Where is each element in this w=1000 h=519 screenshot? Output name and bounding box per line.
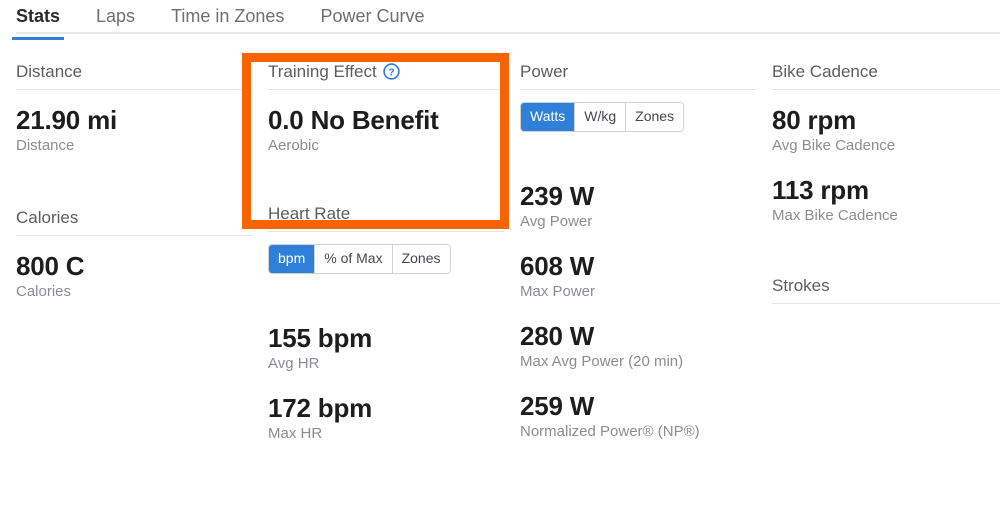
calories-section-title: Calories xyxy=(16,208,79,227)
distance-section-title: Distance xyxy=(16,62,83,81)
strokes-divider xyxy=(772,303,1000,304)
strokes-card: Strokes xyxy=(772,276,1000,304)
avg-hr-label: Avg HR xyxy=(268,355,320,372)
stats-column-3: Power Watts W/kg Zones 239 W Avg Power 6… xyxy=(520,62,756,442)
bike-cadence-card: Bike Cadence 80 rpm Avg Bike Cadence 113… xyxy=(772,62,1000,226)
power-unit-toggle-group[interactable]: Watts W/kg Zones xyxy=(520,102,685,132)
hr-toggle-bpm[interactable]: bpm xyxy=(269,245,316,273)
training-effect-section-title: Training Effect xyxy=(268,62,377,81)
training-effect-card: Training Effect ? 0.0 No Benefit Aerobic xyxy=(268,62,504,156)
power-section-title: Power xyxy=(520,62,569,81)
stats-column-2: Training Effect ? 0.0 No Benefit Aerobic… xyxy=(268,62,504,444)
normalized-power-value: 259 W xyxy=(520,391,595,421)
distance-value: 21.90 mi xyxy=(16,105,118,135)
bike-cadence-section-title: Bike Cadence xyxy=(772,62,878,81)
calories-value: 800 C xyxy=(16,251,85,281)
max-avg-power-20min-value: 280 W xyxy=(520,321,595,351)
tab-bar-track xyxy=(16,32,1000,34)
tab-list: Stats Laps Time in Zones Power Curve xyxy=(11,0,424,40)
training-effect-value-label: Aerobic xyxy=(268,137,319,154)
distance-value-label: Distance xyxy=(16,137,75,154)
tab-stats[interactable]: Stats xyxy=(11,0,65,40)
calories-card: Calories 800 C Calories xyxy=(16,208,252,302)
max-hr-value: 172 bpm xyxy=(268,393,373,423)
heart-rate-unit-toggle-group[interactable]: bpm % of Max Zones xyxy=(268,244,451,274)
hr-toggle-percent-of-max[interactable]: % of Max xyxy=(315,245,393,273)
avg-power-label: Avg Power xyxy=(520,213,593,230)
max-power-label: Max Power xyxy=(520,283,596,300)
svg-text:?: ? xyxy=(388,66,394,78)
tab-laps[interactable]: Laps xyxy=(96,0,135,32)
heart-rate-card: Heart Rate bpm % of Max Zones 155 bpm Av… xyxy=(268,204,504,444)
tab-time-in-zones[interactable]: Time in Zones xyxy=(171,0,284,32)
max-avg-power-20min-label: Max Avg Power (20 min) xyxy=(520,353,684,370)
avg-power-value: 239 W xyxy=(520,181,595,211)
power-toggle-watts[interactable]: Watts xyxy=(521,103,576,131)
avg-hr-value: 155 bpm xyxy=(268,323,373,353)
max-bike-cadence-label: Max Bike Cadence xyxy=(772,207,898,224)
stats-column-4: Bike Cadence 80 rpm Avg Bike Cadence 113… xyxy=(772,62,1000,304)
tab-bar: Stats Laps Time in Zones Power Curve xyxy=(0,0,1000,40)
power-toggle-w-per-kg[interactable]: W/kg xyxy=(575,103,627,131)
training-effect-value: 0.0 No Benefit xyxy=(268,105,439,135)
hr-toggle-zones[interactable]: Zones xyxy=(392,245,450,273)
question-mark-circle-icon[interactable]: ? xyxy=(382,62,400,80)
calories-value-label: Calories xyxy=(16,283,72,300)
heart-rate-section-title: Heart Rate xyxy=(268,204,351,223)
max-hr-label: Max HR xyxy=(268,425,323,442)
stats-column-1: Distance 21.90 mi Distance Calories 800 … xyxy=(16,62,252,302)
power-toggle-zones[interactable]: Zones xyxy=(626,103,684,131)
normalized-power-label: Normalized Power® (NP®) xyxy=(520,423,700,440)
avg-bike-cadence-label: Avg Bike Cadence xyxy=(772,137,896,154)
power-card: Power Watts W/kg Zones 239 W Avg Power 6… xyxy=(520,62,756,442)
distance-card: Distance 21.90 mi Distance xyxy=(16,62,252,156)
max-power-value: 608 W xyxy=(520,251,595,281)
strokes-section-title: Strokes xyxy=(772,276,830,295)
training-effect-title-row: Training Effect ? xyxy=(268,62,504,82)
max-bike-cadence-value: 113 rpm xyxy=(772,175,869,205)
avg-bike-cadence-value: 80 rpm xyxy=(772,105,857,135)
tab-power-curve[interactable]: Power Curve xyxy=(320,0,424,32)
